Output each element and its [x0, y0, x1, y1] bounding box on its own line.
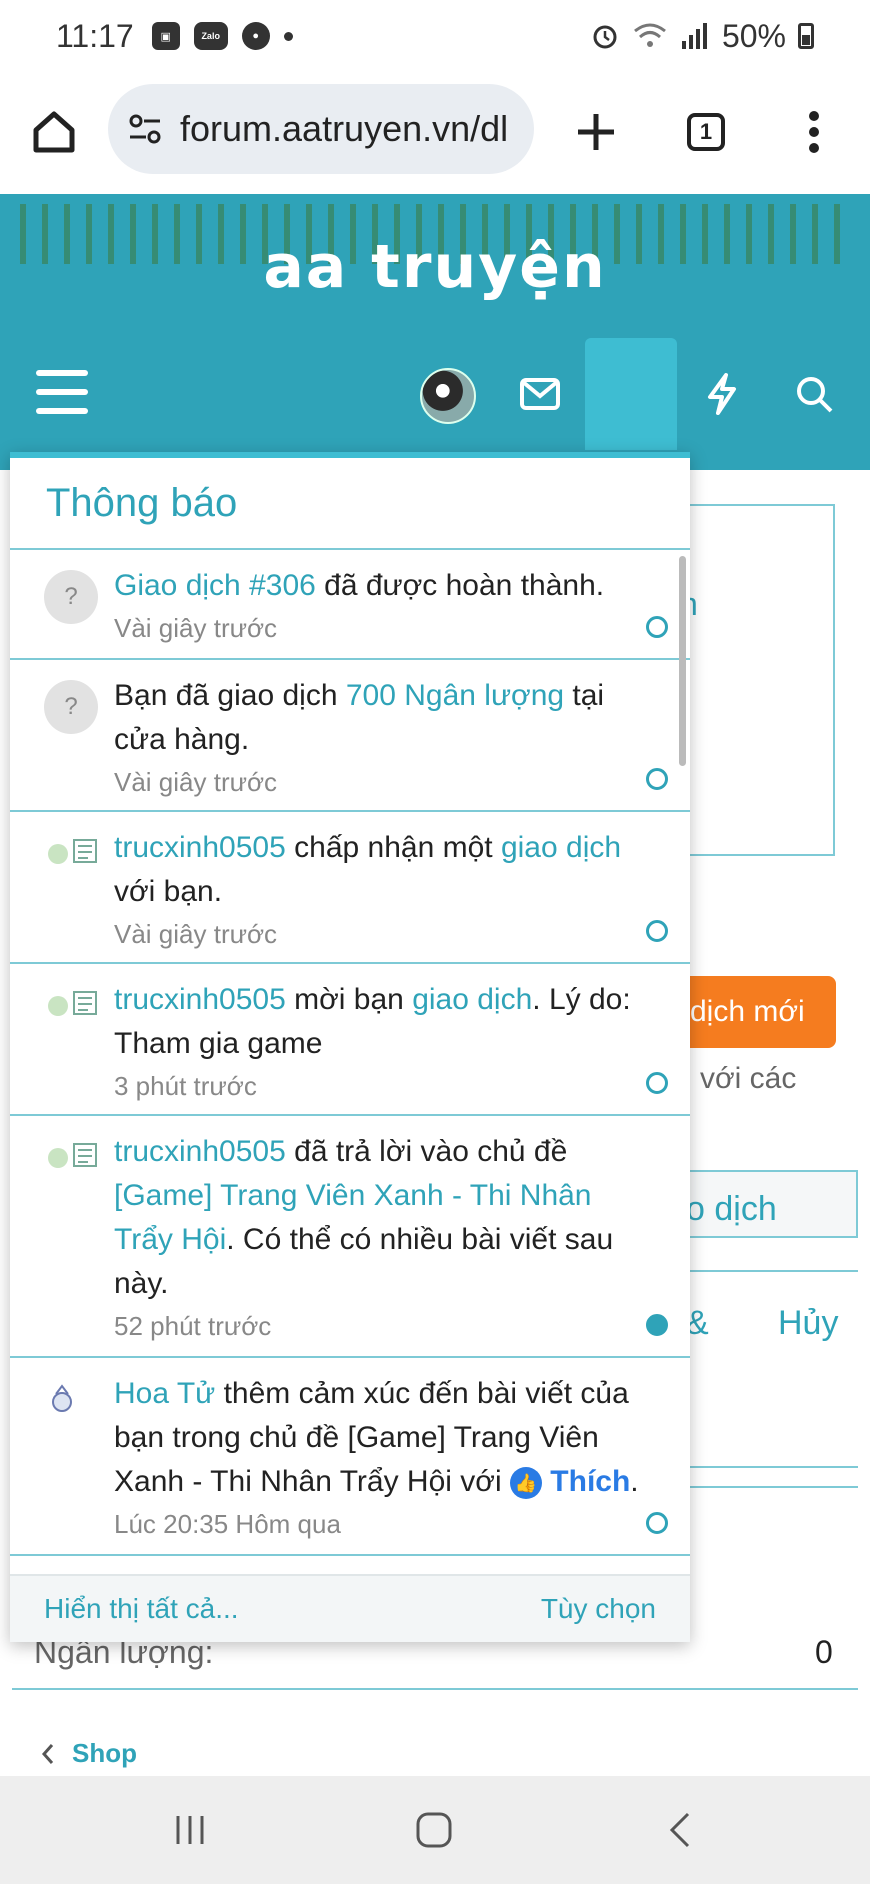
recent-apps-button[interactable]	[170, 1806, 210, 1854]
recent-apps-icon	[176, 1816, 204, 1844]
site-banner[interactable]: aa truyện	[20, 204, 850, 304]
notification-time: Vài giây trước	[114, 767, 278, 797]
popup-footer: Hiển thị tất cả... Tùy chọn	[10, 1574, 690, 1642]
background-text-o-dich: o dịch	[686, 1190, 777, 1228]
home-nav-icon	[416, 1812, 452, 1848]
chat-bubble-icon: ●	[241, 22, 270, 50]
home-nav-button[interactable]	[410, 1806, 458, 1854]
notification-item[interactable]: trucxinh0505 chấp nhận một giao dịch với…	[10, 812, 690, 964]
whats-new-button[interactable]	[692, 364, 752, 424]
status-bar: 11:17 ▣ Zalo ● 50%	[0, 0, 870, 72]
alarm-icon	[593, 25, 617, 49]
notification-link[interactable]: Giao dịch #306	[114, 569, 316, 602]
notification-user-link[interactable]: trucxinh0505	[114, 1135, 286, 1168]
unknown-avatar-icon: ?	[44, 570, 98, 624]
notification-link[interactable]: 700 Ngân lượng	[346, 679, 564, 712]
divider	[690, 1486, 858, 1488]
notification-user-link[interactable]: Hoa Tử	[114, 1377, 215, 1410]
url-bar[interactable]: forum.aatruyen.vn/dl	[108, 84, 534, 174]
user-avatar-icon	[48, 991, 97, 1016]
home-icon	[33, 111, 75, 153]
lightning-icon	[708, 373, 736, 415]
alerts-tab-highlight	[585, 338, 677, 450]
show-all-link[interactable]: Hiển thị tất cả...	[44, 1593, 239, 1625]
mark-read-toggle[interactable]	[646, 1512, 668, 1534]
tabs-button[interactable]: 1	[666, 92, 746, 172]
more-vertical-icon	[809, 111, 819, 153]
notifications-popup: Thông báo ? Giao dịch #306 đã được hoàn …	[10, 452, 690, 1642]
mark-read-toggle[interactable]	[646, 768, 668, 790]
system-navigation-bar	[0, 1776, 870, 1884]
gallery-icon: ▣	[151, 22, 180, 50]
home-button[interactable]	[14, 92, 94, 172]
notification-time: 3 phút trước	[114, 1071, 257, 1101]
more-notifications-dot-icon	[283, 31, 293, 41]
signal-icon	[681, 23, 707, 49]
cancel-link[interactable]: Hủy	[778, 1304, 838, 1343]
zalo-icon: Zalo	[193, 22, 228, 50]
hamburger-menu-button[interactable]	[36, 370, 88, 414]
browser-menu-button[interactable]	[774, 92, 854, 172]
ngan-luong-value: 0	[815, 1634, 833, 1670]
thumbs-up-icon: 👍	[509, 1467, 542, 1500]
back-icon	[669, 1812, 690, 1848]
notification-item[interactable]: Hoa Tử thêm cảm xúc đến bài viết của bạn…	[10, 1358, 690, 1556]
unknown-avatar-icon: ?	[44, 680, 98, 734]
chevron-left-icon	[41, 1743, 54, 1764]
battery-percent: 50%	[721, 17, 786, 54]
notification-time: 52 phút trước	[114, 1311, 272, 1341]
reaction-label: Thích	[550, 1465, 631, 1498]
notification-item[interactable]: trucxinh0505 đã trả lời vào chủ đề [Game…	[10, 1116, 690, 1358]
browser-toolbar: forum.aatruyen.vn/dl 1	[0, 72, 870, 194]
plus-icon	[578, 114, 614, 150]
mail-icon	[520, 378, 560, 410]
site-header: aa truyện	[0, 194, 870, 470]
background-text-voi-cac: với các	[700, 1062, 797, 1095]
popup-title: Thông báo	[10, 458, 690, 550]
notification-item[interactable]: ? Giao dịch #306 đã được hoàn thành. Vài…	[10, 550, 690, 660]
battery-icon	[798, 23, 814, 49]
user-avatar-icon	[52, 1384, 72, 1412]
status-time: 11:17	[56, 17, 134, 54]
divider	[690, 1466, 858, 1468]
mark-read-toggle[interactable]	[646, 1072, 668, 1094]
options-link[interactable]: Tùy chọn	[541, 1593, 656, 1625]
breadcrumb-shop[interactable]: Shop	[72, 1738, 137, 1769]
site-navbar	[0, 334, 870, 454]
breadcrumb[interactable]: Shop	[40, 1738, 137, 1769]
notification-user-link[interactable]: trucxinh0505	[114, 831, 286, 864]
wifi-icon	[634, 23, 666, 47]
notification-user-link[interactable]: trucxinh0505	[114, 983, 286, 1016]
site-settings-icon	[129, 114, 161, 144]
new-tab-button[interactable]	[556, 92, 636, 172]
user-avatar[interactable]	[420, 368, 476, 424]
notification-time: Vài giây trước	[114, 919, 278, 949]
site-logo[interactable]: aa truyện	[20, 232, 850, 302]
mark-read-toggle[interactable]	[646, 616, 668, 638]
notification-item[interactable]: trucxinh0505 mời bạn giao dịch. Lý do: T…	[10, 964, 690, 1116]
search-button[interactable]	[784, 364, 844, 424]
notification-time: Lúc 20:35 Hôm qua	[114, 1509, 341, 1539]
user-avatar-icon	[48, 1143, 97, 1168]
notification-item[interactable]: ? Bạn đã giao dịch 700 Ngân lượng tại cử…	[10, 660, 690, 812]
user-avatar-icon	[48, 839, 97, 864]
search-icon	[797, 377, 833, 413]
url-text: forum.aatruyen.vn/dl	[180, 108, 509, 149]
inbox-button[interactable]	[510, 364, 570, 424]
mark-read-toggle[interactable]	[646, 1314, 668, 1336]
popup-scrollbar[interactable]	[679, 556, 686, 766]
notification-time: Vài giây trước	[114, 613, 278, 643]
tab-count: 1	[687, 113, 725, 151]
back-button[interactable]	[660, 1806, 700, 1854]
divider	[12, 1688, 858, 1690]
notification-link[interactable]: giao dịch	[501, 831, 621, 864]
notification-link[interactable]: giao dịch	[412, 983, 532, 1016]
mark-read-toggle[interactable]	[646, 920, 668, 942]
